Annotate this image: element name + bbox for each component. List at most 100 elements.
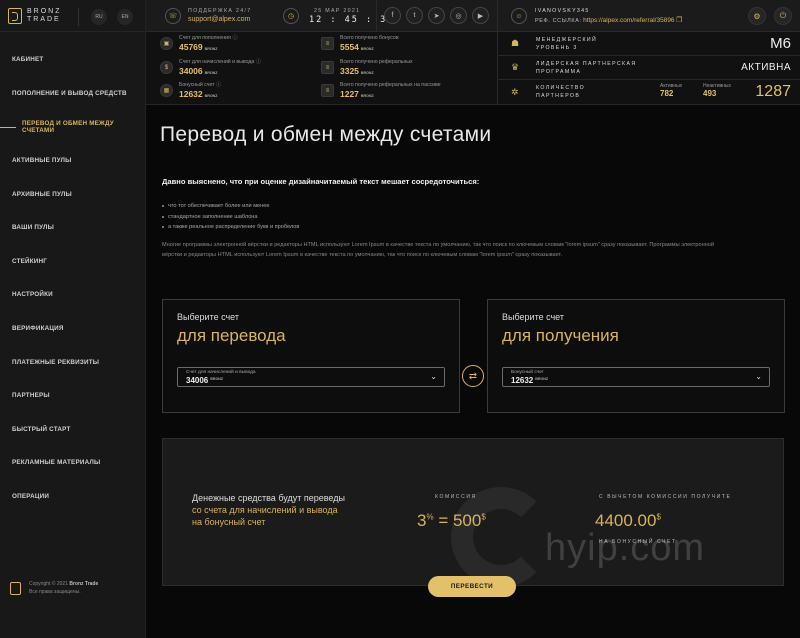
unit: BRONZ	[535, 377, 549, 381]
watermark-logo	[451, 487, 551, 587]
chevron-down-icon: ⌄	[430, 372, 437, 381]
settings-icon[interactable]: ⚙	[748, 7, 766, 25]
stat-value: 34006	[179, 66, 203, 76]
stats-panel: ▣ Счет для пополнения ⓘ 45769 BRONZ $ Сче…	[146, 32, 800, 105]
list-item: стандартное заполнение шаблона	[162, 212, 299, 223]
date: 25 мар 2021	[314, 8, 361, 14]
lang-en-button[interactable]: EN	[117, 9, 133, 25]
select-value: 12632	[511, 376, 534, 385]
unit: BRONZ	[204, 47, 218, 51]
leader-icon: ♛	[511, 62, 520, 72]
sidebar-item-verification[interactable]: Верификация	[0, 312, 146, 346]
stat-value: 1227	[340, 89, 359, 99]
ref-link[interactable]: https://alpex.com/referral/35896	[583, 17, 674, 24]
sidebar-item-ad-materials[interactable]: Рекламные материалы	[0, 446, 146, 480]
summary-line-2: со счета для начислений и вывода	[192, 505, 338, 515]
stat-value: 45769	[179, 42, 203, 52]
logout-icon[interactable]: ⏻	[774, 7, 792, 25]
twitter-icon[interactable]: t	[406, 7, 423, 24]
sidebar-item-cabinet[interactable]: Кабинет	[0, 43, 146, 77]
active-partners-value: 782	[660, 89, 674, 98]
youtube-icon[interactable]: ▶	[472, 7, 489, 24]
info-icon[interactable]: ⓘ	[232, 35, 237, 41]
bullet-list: что тот обеспечивает более или менее ста…	[162, 201, 299, 233]
select-label: Счет для начислений и вывода	[186, 370, 256, 375]
rank-row: ☗ Менеджерский уровень 3 M6	[497, 32, 800, 56]
select-label: Бонусный счет	[511, 370, 544, 375]
sidebar-item-staking[interactable]: Стейкинг	[0, 245, 146, 279]
sidebar-item-deposit-withdraw[interactable]: Пополнение и вывод средств	[0, 77, 146, 111]
support-email[interactable]: support@alpex.com	[188, 16, 250, 23]
sidebar-item-operations[interactable]: Операции	[0, 480, 146, 514]
manager-icon: ☗	[511, 38, 520, 48]
unit: BRONZ	[204, 94, 218, 98]
partners-row: ✲ Количество партнеров Активных 782 Неак…	[497, 80, 800, 104]
swap-icon: ⇄	[468, 370, 478, 382]
sidebar-item-partners[interactable]: Партнеры	[0, 379, 146, 413]
to-title: Выберите счет	[502, 312, 565, 322]
support-label: Поддержка 24/7	[188, 8, 252, 14]
from-subtitle: для перевода	[177, 326, 286, 345]
copyright: Copyright © 2021	[29, 581, 68, 587]
inactive-partners-value: 493	[703, 89, 717, 98]
dollar-icon: $	[160, 61, 173, 74]
result-label: С вычетом комиссии получите	[599, 494, 732, 500]
sidebar-item-payment-details[interactable]: Платежные реквизиты	[0, 345, 146, 379]
result-value: 4400.00$	[595, 511, 661, 530]
divider	[497, 0, 498, 32]
sidebar-item-settings[interactable]: Настройки	[0, 278, 146, 312]
watermark-text: hyip.com	[545, 527, 706, 569]
partners-label-2: партнеров	[536, 93, 581, 99]
brand-line2: TRADE	[27, 15, 61, 23]
result-sub: на бонусный счет	[599, 539, 677, 545]
divider	[376, 0, 377, 32]
gift-icon: ▦	[160, 84, 173, 97]
commission-label: Комиссия	[435, 494, 477, 500]
copyright-brand: Bronz Trade	[69, 581, 99, 587]
stat-label: Всего получено бонусов	[340, 35, 399, 41]
stat-total-bonus: ≡ Всего получено бонусов 5554 BRONZ	[321, 35, 399, 52]
transfer-button[interactable]: Перевести	[428, 576, 516, 597]
lang-ru-button[interactable]: RU	[91, 9, 107, 25]
instagram-icon[interactable]: ◎	[450, 7, 467, 24]
coins-icon: ≡	[321, 61, 334, 74]
stat-total-passive: ≡ Всего получено реферальных на пассиве …	[321, 82, 441, 99]
partners-label-1: Количество	[536, 85, 586, 91]
description-paragraph: Многие программы электронной вёрстки и р…	[162, 242, 715, 258]
sidebar-item-your-pools[interactable]: Ваши пулы	[0, 211, 146, 245]
commission-value: 3% = 500$	[417, 511, 486, 530]
top-header: ☏ Поддержка 24/7 support@alpex.com ◷ 25 …	[146, 0, 800, 32]
swap-accounts-button[interactable]: ⇄	[462, 365, 484, 387]
facebook-icon[interactable]: f	[384, 7, 401, 24]
clock-icon: ◷	[283, 8, 299, 24]
to-account-card: Выберите счет для получения Бонусный сче…	[487, 299, 785, 413]
rank-value: M6	[770, 35, 791, 52]
sidebar: BRONZ TRADE RU EN Кабинет Пополнение и в…	[0, 0, 146, 638]
wallet-icon: ▣	[160, 37, 173, 50]
program-status: АКТИВНА	[741, 62, 791, 73]
telegram-icon[interactable]: ➤	[428, 7, 445, 24]
info-icon[interactable]: ⓘ	[216, 82, 221, 88]
stat-deposit-account: ▣ Счет для пополнения ⓘ 45769 BRONZ	[160, 35, 238, 52]
program-label-2: программа	[536, 68, 582, 75]
lead-text: Давно выяснено, что при оценке дизайначи…	[162, 177, 480, 186]
stat-label: Счет для пополнения	[179, 35, 231, 41]
info-icon[interactable]: ⓘ	[256, 59, 261, 65]
sidebar-item-active-pools[interactable]: Активные пулы	[0, 144, 146, 178]
sidebar-item-quick-start[interactable]: Быстрый старт	[0, 413, 146, 447]
stat-total-referral: ≡ Всего получено реферальных 3325 BRONZ	[321, 59, 413, 76]
unit: BRONZ	[360, 47, 374, 51]
sidebar-item-archive-pools[interactable]: Архивные пулы	[0, 177, 146, 211]
copy-icon[interactable]: ❐	[676, 17, 682, 24]
stat-label: Счет для начислений и вывода	[179, 59, 255, 65]
ref-label: Реф. ссылка:	[535, 18, 582, 24]
from-account-select[interactable]: Счет для начислений и вывода 34006 BRONZ …	[177, 367, 445, 387]
partners-total: 1287	[755, 83, 791, 100]
to-subtitle: для получения	[502, 326, 619, 345]
unit: BRONZ	[360, 71, 374, 75]
sidebar-footer: Copyright © 2021 Bronz Trade Все права з…	[10, 580, 98, 596]
to-account-select[interactable]: Бонусный счет 12632 BRONZ ⌄	[502, 367, 770, 387]
program-row: ♛ Лидерская партнерская программа АКТИВН…	[497, 56, 800, 80]
program-label-1: Лидерская партнерская	[536, 60, 637, 67]
sidebar-item-transfer[interactable]: Перевод и обмен между счетами	[0, 110, 146, 144]
